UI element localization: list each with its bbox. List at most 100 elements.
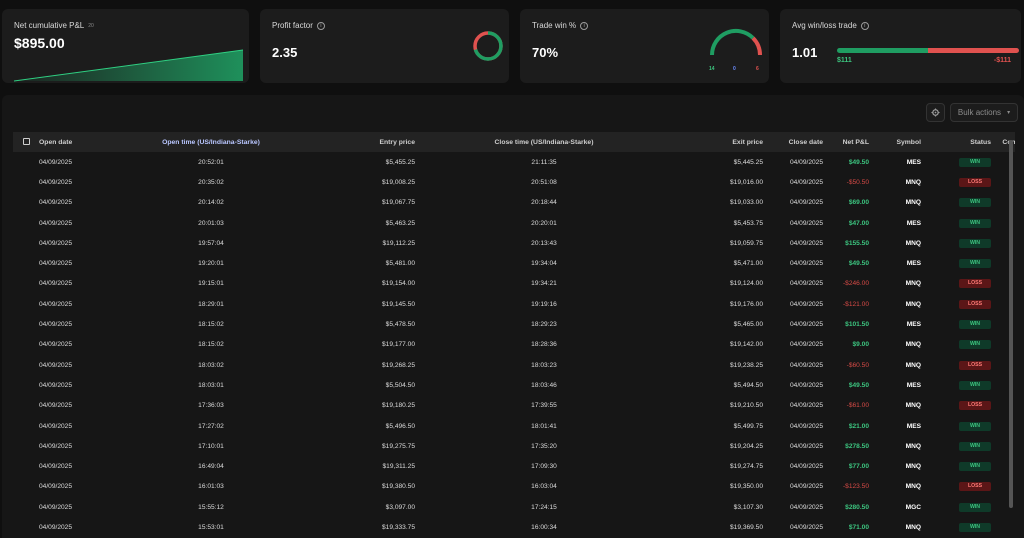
table-row[interactable]: 04/09/2025 16:49:04 $19,311.25 17:09:30 $19,… <box>13 456 1015 476</box>
open-time-cell: 20:14:02 <box>198 199 224 207</box>
table-row[interactable]: 04/09/2025 19:57:04 $19,112.25 20:13:43 $19,… <box>13 233 1015 253</box>
row-select-cell[interactable] <box>13 396 39 416</box>
status-cell: WIN <box>921 193 991 213</box>
header-status[interactable]: Status <box>921 132 991 152</box>
table-row[interactable]: 04/09/2025 20:14:02 $19,067.75 20:18:44 $19,… <box>13 193 1015 213</box>
symbol-cell: MNQ <box>905 199 921 207</box>
open-date-cell: 04/09/2025 <box>39 442 73 450</box>
avg-win-loss-value: 1.01 <box>792 45 818 60</box>
entry-price-cell: $5,463.25 <box>385 219 415 227</box>
row-select-cell[interactable] <box>13 517 39 537</box>
row-select-cell[interactable] <box>13 193 39 213</box>
row-select-cell[interactable] <box>13 497 39 517</box>
close-date-cell: 04/09/2025 <box>789 239 823 247</box>
header-symbol[interactable]: Symbol <box>869 132 921 152</box>
row-select-cell[interactable] <box>13 294 39 314</box>
net-pnl-cell: $49.50 <box>848 260 869 268</box>
entry-price-cell: $5,455.25 <box>385 158 415 166</box>
close-time-cell: 18:03:23 <box>531 361 557 369</box>
table-row[interactable]: 04/09/2025 19:15:01 $19,154.00 19:34:21 $19,… <box>13 274 1015 294</box>
table-row[interactable]: 04/09/2025 20:35:02 $19,008.25 20:51:08 $19,… <box>13 172 1015 192</box>
status-badge: LOSS <box>959 279 991 289</box>
open-time-cell: 18:15:02 <box>198 321 224 329</box>
info-icon[interactable]: i <box>316 21 325 30</box>
entry-price-cell: $19,275.75 <box>381 442 415 450</box>
open-time-cell: 20:52:01 <box>198 158 224 166</box>
close-time-cell: 17:24:15 <box>531 503 557 511</box>
row-select-cell[interactable] <box>13 335 39 355</box>
table-row[interactable]: 04/09/2025 18:29:01 $19,145.50 19:19:16 $19,… <box>13 294 1015 314</box>
row-select-cell[interactable] <box>13 355 39 375</box>
avg-loss-bar <box>928 48 1019 53</box>
profit-factor-value: 2.35 <box>272 45 298 60</box>
wins-count: 14 <box>709 66 715 72</box>
header-exit-price[interactable]: Exit price <box>673 132 763 152</box>
row-select-cell[interactable] <box>13 314 39 334</box>
open-time-cell: 20:35:02 <box>198 178 224 186</box>
close-time-cell: 18:01:41 <box>531 422 557 430</box>
row-select-cell[interactable] <box>13 253 39 273</box>
gear-icon <box>931 108 940 117</box>
row-select-cell[interactable] <box>13 152 39 172</box>
row-select-cell[interactable] <box>13 436 39 456</box>
header-close-time[interactable]: Close time (US/Indiana-Starke) <box>415 132 673 152</box>
row-select-cell[interactable] <box>13 416 39 436</box>
header-open-time[interactable]: Open time (US/Indiana-Starke) <box>97 132 325 152</box>
stats-cards: Net cumulative P&L 20 $895.00 Profit fac… <box>2 9 1024 83</box>
table-row[interactable]: 04/09/2025 15:53:01 $19,333.75 16:00:34 $19,… <box>13 517 1015 537</box>
status-badge: WIN <box>959 502 991 512</box>
status-cell: WIN <box>921 152 991 172</box>
table-row[interactable]: 04/09/2025 17:27:02 $5,496.50 18:01:41 $5,49… <box>13 416 1015 436</box>
table-scrollbar[interactable] <box>1009 140 1013 508</box>
table-row[interactable]: 04/09/2025 17:36:03 $19,180.25 17:39:55 $19,… <box>13 396 1015 416</box>
open-time-cell: 20:01:03 <box>198 219 224 227</box>
table-row[interactable]: 04/09/2025 17:10:01 $19,275.75 17:35:20 $19,… <box>13 436 1015 456</box>
row-select-cell[interactable] <box>13 233 39 253</box>
status-badge: WIN <box>959 522 991 532</box>
close-date-cell: 04/09/2025 <box>789 300 823 308</box>
header-close-date[interactable]: Close date <box>763 132 823 152</box>
exit-price-cell: $19,176.00 <box>729 300 763 308</box>
status-cell: WIN <box>921 213 991 233</box>
open-time-cell: 17:10:01 <box>198 442 224 450</box>
header-entry-price[interactable]: Entry price <box>325 132 415 152</box>
net-pnl-cell: -$121.00 <box>842 300 869 308</box>
table-row[interactable]: 04/09/2025 20:52:01 $5,455.25 21:11:35 $5,44… <box>13 152 1015 172</box>
header-net-pnl[interactable]: Net P&L <box>823 132 869 152</box>
exit-price-cell: $19,059.75 <box>729 239 763 247</box>
row-select-cell[interactable] <box>13 375 39 395</box>
select-all-checkbox[interactable] <box>22 137 30 145</box>
status-cell: LOSS <box>921 477 991 497</box>
table-row[interactable]: 04/09/2025 20:01:03 $5,463.25 20:20:01 $5,45… <box>13 213 1015 233</box>
table-row[interactable]: 04/09/2025 16:01:03 $19,380.50 16:03:04 $19,… <box>13 477 1015 497</box>
header-open-date[interactable]: Open date <box>39 132 97 152</box>
table-row[interactable]: 04/09/2025 18:15:02 $19,177.00 18:28:36 $19,… <box>13 335 1015 355</box>
info-icon[interactable]: i <box>860 21 869 30</box>
row-select-cell[interactable] <box>13 213 39 233</box>
table-row[interactable]: 04/09/2025 15:55:12 $3,097.00 17:24:15 $3,10… <box>13 497 1015 517</box>
row-select-cell[interactable] <box>13 456 39 476</box>
status-badge: LOSS <box>959 482 991 492</box>
close-time-cell: 19:19:16 <box>531 300 557 308</box>
table-row[interactable]: 04/09/2025 18:15:02 $5,478.50 18:29:23 $5,46… <box>13 314 1015 334</box>
table-row[interactable]: 04/09/2025 18:03:02 $19,268.25 18:03:23 $19,… <box>13 355 1015 375</box>
close-date-cell: 04/09/2025 <box>789 260 823 268</box>
close-date-cell: 04/09/2025 <box>789 199 823 207</box>
exit-price-cell: $5,453.75 <box>733 219 763 227</box>
status-cell: WIN <box>921 314 991 334</box>
status-cell: LOSS <box>921 172 991 192</box>
table-row[interactable]: 04/09/2025 18:03:01 $5,504.50 18:03:46 $5,49… <box>13 375 1015 395</box>
info-icon[interactable]: i <box>580 21 589 30</box>
table-row[interactable]: 04/09/2025 19:20:01 $5,481.00 19:34:04 $5,47… <box>13 253 1015 273</box>
trades-table-body: 04/09/2025 20:52:01 $5,455.25 21:11:35 $5,44… <box>13 152 1015 538</box>
row-select-cell[interactable] <box>13 477 39 497</box>
profit-factor-card: Profit factor i 2.35 <box>260 9 509 83</box>
row-select-cell[interactable] <box>13 172 39 192</box>
cumulative-pnl-sparkline <box>13 49 244 82</box>
row-select-cell[interactable] <box>13 274 39 294</box>
bulk-actions-button[interactable]: Bulk actions ▾ <box>950 103 1018 122</box>
settings-button[interactable] <box>926 103 945 122</box>
profit-factor-title: Profit factor <box>272 21 313 30</box>
symbol-cell: MNQ <box>905 361 921 369</box>
open-time-cell: 18:29:01 <box>198 300 224 308</box>
